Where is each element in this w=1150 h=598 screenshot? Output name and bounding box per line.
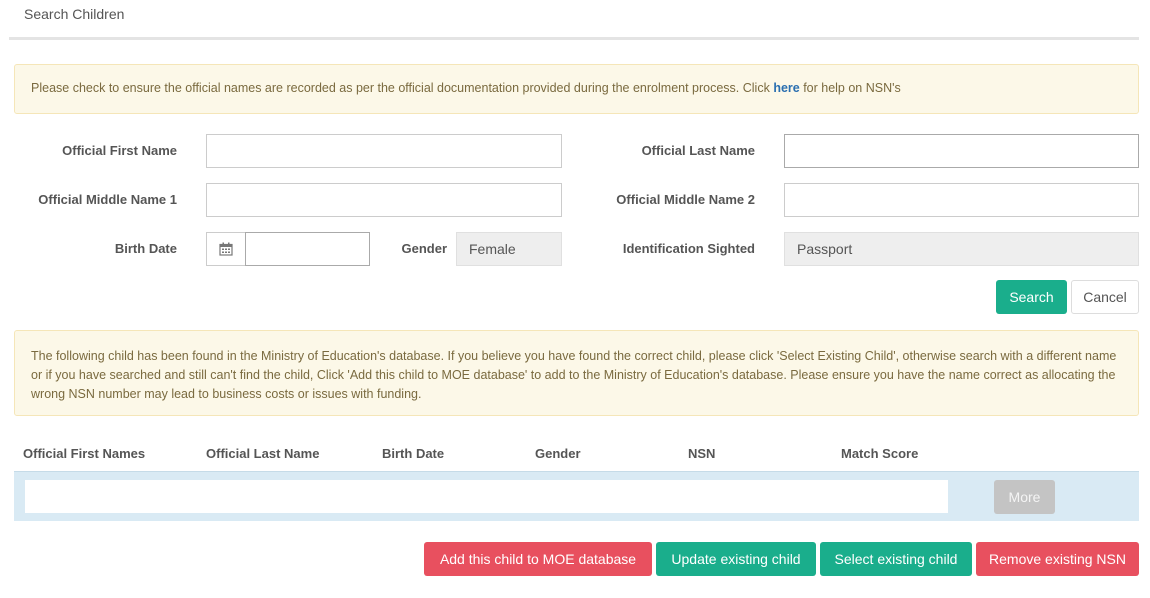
col-last-name: Official Last Name	[206, 446, 320, 461]
update-existing-child-button[interactable]: Update existing child	[656, 542, 816, 576]
help-notice-text: Please check to ensure the official name…	[31, 81, 774, 95]
help-notice: Please check to ensure the official name…	[14, 64, 1139, 114]
middle-name-1-label: Official Middle Name 1	[38, 192, 177, 207]
cancel-button[interactable]: Cancel	[1071, 280, 1139, 314]
identification-field: Passport	[784, 232, 1139, 266]
col-birth-date: Birth Date	[382, 446, 445, 461]
col-match-score: Match Score	[841, 446, 919, 461]
middle-name-1-input[interactable]	[206, 183, 562, 217]
birth-date-input[interactable]	[245, 232, 370, 266]
table-row-content	[25, 480, 948, 513]
identification-label: Identification Sighted	[622, 241, 755, 256]
gender-label: Gender	[401, 241, 447, 256]
middle-name-2-input[interactable]	[784, 183, 1139, 217]
calendar-button[interactable]	[206, 232, 246, 266]
birth-date-label: Birth Date	[114, 241, 177, 256]
search-button[interactable]: Search	[996, 280, 1067, 314]
help-link[interactable]: here	[773, 81, 799, 95]
middle-name-2-label: Official Middle Name 2	[616, 192, 755, 207]
more-button[interactable]: More	[994, 480, 1055, 514]
gender-field: Female	[456, 232, 562, 266]
title-divider	[9, 37, 1139, 40]
col-nsn: NSN	[688, 446, 716, 461]
add-to-moe-button[interactable]: Add this child to MOE database	[424, 542, 652, 576]
calendar-icon	[219, 242, 233, 256]
first-name-label: Official First Name	[62, 143, 177, 158]
result-notice: The following child has been found in th…	[14, 330, 1139, 416]
help-notice-text-end: for help on NSN's	[799, 81, 901, 95]
result-notice-text: The following child has been found in th…	[31, 349, 1117, 401]
page-title: Search Children	[24, 6, 125, 22]
first-name-input[interactable]	[206, 134, 562, 168]
last-name-input[interactable]	[784, 134, 1139, 168]
select-existing-child-button[interactable]: Select existing child	[820, 542, 972, 576]
last-name-label: Official Last Name	[641, 143, 755, 158]
col-first-names: Official First Names	[23, 446, 146, 461]
col-gender: Gender	[535, 446, 581, 461]
remove-existing-nsn-button[interactable]: Remove existing NSN	[976, 542, 1139, 576]
